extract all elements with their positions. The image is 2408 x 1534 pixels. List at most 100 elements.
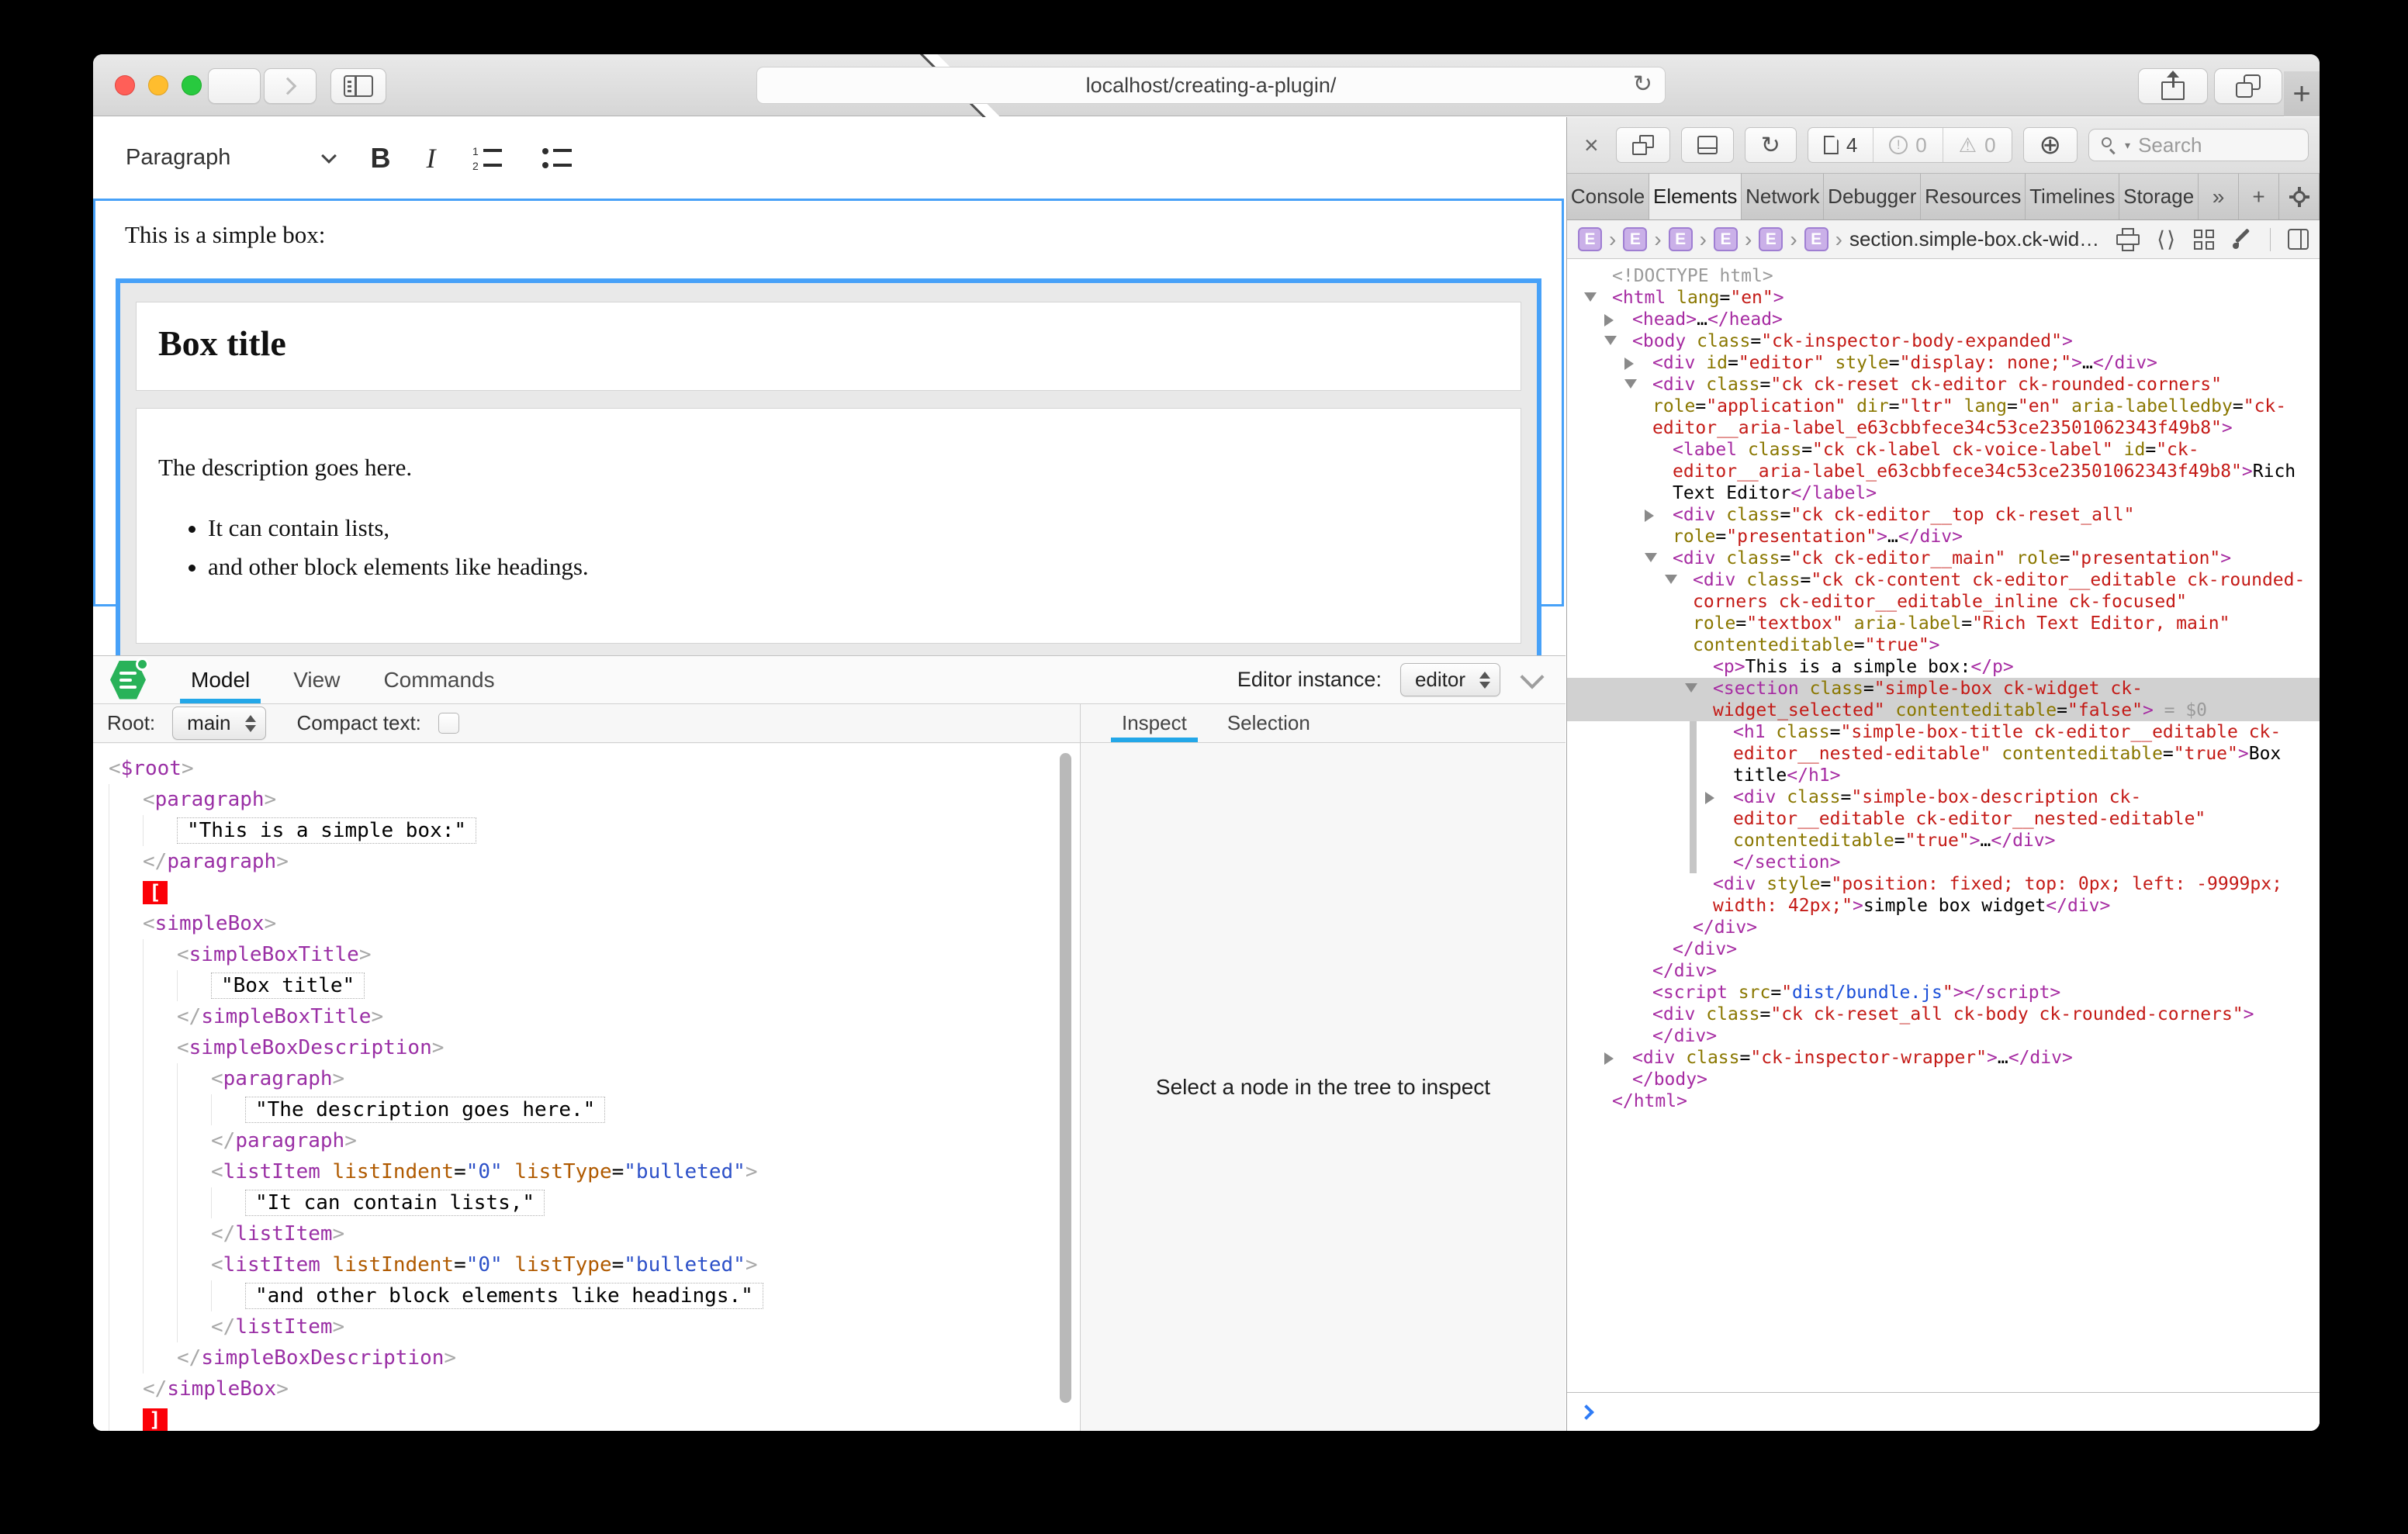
model-tree-node[interactable]: <simpleBoxTitle> <box>109 939 1080 970</box>
expand-node-icon[interactable] <box>1624 358 1634 370</box>
model-tree-node[interactable]: ] <box>109 1404 1080 1431</box>
model-tree-node[interactable]: </simpleBoxDescription> <box>109 1342 1080 1373</box>
dom-tree-node[interactable]: </div> <box>1567 917 2320 938</box>
add-tab-button[interactable]: + <box>2239 174 2279 219</box>
element-picker-button[interactable]: ⊕ <box>2023 127 2078 163</box>
breadcrumb-element-badge[interactable]: E <box>1714 227 1738 251</box>
show-source-icon[interactable]: ⟨⟩ <box>2157 226 2177 252</box>
layout-grid-icon[interactable] <box>2194 230 2214 250</box>
devtools-tab-elements[interactable]: Elements <box>1649 174 1742 219</box>
dom-tree[interactable]: <!DOCTYPE html><html lang="en"><head>…</… <box>1567 259 2320 1392</box>
intro-paragraph[interactable]: This is a simple box: <box>125 221 1543 249</box>
dom-tree-node[interactable]: <div class="ck ck-content ck-editor__edi… <box>1567 569 2320 656</box>
model-tree-node[interactable]: </paragraph> <box>109 846 1080 877</box>
minimize-window-button[interactable] <box>148 75 168 95</box>
new-tab-button[interactable]: + <box>2284 71 2320 116</box>
dom-tree-node[interactable]: </html> <box>1567 1090 2320 1112</box>
model-tree-node[interactable]: "Box title" <box>109 970 1080 1001</box>
description-list[interactable]: It can contain lists, and other block ele… <box>158 514 1499 581</box>
model-tree-node[interactable]: "The description goes here." <box>109 1094 1080 1125</box>
pane-tab-selection[interactable]: Selection <box>1207 704 1330 742</box>
dom-tree-node[interactable]: <p>This is a simple box:</p> <box>1567 656 2320 678</box>
address-bar[interactable]: localhost/creating-a-plugin/ ↻ <box>756 67 1666 104</box>
model-tree-node[interactable]: <simpleBox> <box>109 908 1080 939</box>
model-tree-node[interactable]: <$root> <box>109 753 1080 784</box>
inspector-tab-commands[interactable]: Commands <box>362 656 516 703</box>
reload-page-button[interactable]: ↻ <box>1745 127 1797 163</box>
close-window-button[interactable] <box>115 75 135 95</box>
devtools-tab-timelines[interactable]: Timelines <box>2026 174 2119 219</box>
dom-tree-node[interactable]: <div class="simple-box-description ck-ed… <box>1567 786 2320 852</box>
more-tabs-button[interactable]: » <box>2199 174 2239 219</box>
dom-tree-node[interactable]: <div id="editor" style="display: none;">… <box>1567 352 2320 374</box>
console-prompt-row[interactable] <box>1567 1392 2320 1431</box>
list-item[interactable]: It can contain lists, <box>208 514 1499 542</box>
heading-dropdown[interactable]: Paragraph <box>126 145 334 171</box>
back-button[interactable] <box>208 68 261 104</box>
expand-node-icon[interactable] <box>1705 792 1714 804</box>
model-tree-node[interactable]: </paragraph> <box>109 1125 1080 1156</box>
model-tree-node[interactable]: <paragraph> <box>109 784 1080 815</box>
model-tree-node[interactable]: "This is a simple box:" <box>109 815 1080 846</box>
dom-tree-node[interactable]: <html lang="en"> <box>1567 287 2320 309</box>
model-tree-node[interactable]: "It can contain lists," <box>109 1187 1080 1218</box>
dom-tree-node[interactable]: </section> <box>1567 852 2320 873</box>
list-item[interactable]: and other block elements like headings. <box>208 553 1499 581</box>
simple-box-widget[interactable]: Box title The description goes here. It … <box>116 278 1541 667</box>
model-tree-node[interactable]: </simpleBoxTitle> <box>109 1001 1080 1032</box>
resource-count[interactable]: 4 <box>1808 128 1873 162</box>
model-tree-node[interactable]: <simpleBoxDescription> <box>109 1032 1080 1063</box>
model-tree-node[interactable]: "and other block elements like headings.… <box>109 1280 1080 1311</box>
expand-node-icon[interactable] <box>1604 1052 1614 1065</box>
dom-tree-node[interactable]: <div style="position: fixed; top: 0px; l… <box>1567 873 2320 917</box>
model-tree-node[interactable]: <listItem listIndent="0" listType="bulle… <box>109 1249 1080 1280</box>
devtools-search-field[interactable]: ▾ Search <box>2088 129 2309 161</box>
breadcrumb-element-badge[interactable]: E <box>1578 227 1602 251</box>
dom-tree-node[interactable]: </div> <box>1567 960 2320 982</box>
model-tree-node[interactable]: <listItem listIndent="0" listType="bulle… <box>109 1156 1080 1187</box>
devtools-tab-resources[interactable]: Resources <box>1921 174 2026 219</box>
expand-node-icon[interactable] <box>1645 510 1654 522</box>
share-button[interactable] <box>2138 68 2208 104</box>
forward-button[interactable] <box>264 68 317 104</box>
model-tree-node[interactable]: </simpleBox> <box>109 1373 1080 1404</box>
breadcrumb-current-node[interactable]: section.simple-box.ck-wid… <box>1849 227 2099 251</box>
tree-scrollbar[interactable] <box>1060 753 1071 1403</box>
collapse-node-icon[interactable] <box>1665 575 1677 584</box>
collapse-node-icon[interactable] <box>1645 553 1657 562</box>
devtools-tab-console[interactable]: Console <box>1567 174 1649 219</box>
collapse-node-icon[interactable] <box>1584 292 1597 302</box>
simple-box-description-area[interactable]: The description goes here. It can contai… <box>136 408 1521 644</box>
collapse-node-icon[interactable] <box>1624 379 1637 389</box>
pane-tab-inspect[interactable]: Inspect <box>1102 704 1207 742</box>
warning-count[interactable]: ⚠ 0 <box>1943 128 2012 162</box>
editor-instance-select[interactable]: editor <box>1400 663 1500 696</box>
paintbrush-icon[interactable] <box>2231 229 2253 250</box>
collapse-node-icon[interactable] <box>1604 336 1617 345</box>
dom-tree-node[interactable]: <section class="simple-box ck-widget ck-… <box>1567 678 2320 721</box>
collapse-node-icon[interactable] <box>1685 683 1697 693</box>
rich-text-editable[interactable]: This is a simple box: Box title The desc… <box>93 199 1564 606</box>
dom-tree-node[interactable]: <head>…</head> <box>1567 309 2320 330</box>
sidebar-toggle-button[interactable] <box>330 68 386 104</box>
show-tabs-button[interactable] <box>2214 68 2282 104</box>
reload-icon[interactable]: ↻ <box>1633 71 1652 98</box>
expand-node-icon[interactable] <box>1604 314 1614 326</box>
inspector-tab-model[interactable]: Model <box>169 656 272 703</box>
inspector-tab-view[interactable]: View <box>272 656 362 703</box>
model-tree[interactable]: <$root><paragraph>"This is a simple box:… <box>93 744 1080 1431</box>
breadcrumb-element-badge[interactable]: E <box>1669 227 1693 251</box>
model-tree-node[interactable]: [ <box>109 877 1080 908</box>
description-paragraph[interactable]: The description goes here. <box>158 454 1499 482</box>
root-select[interactable]: main <box>172 707 265 740</box>
dom-tree-node[interactable]: <div class="ck ck-editor__main" role="pr… <box>1567 548 2320 569</box>
print-icon[interactable] <box>2116 228 2140 251</box>
devtools-settings-button[interactable] <box>2279 174 2320 219</box>
breadcrumb-element-badge[interactable]: E <box>1623 227 1647 251</box>
bulleted-list-button[interactable] <box>541 144 575 172</box>
dom-tree-node[interactable]: <div class="ck ck-reset ck-editor ck-rou… <box>1567 374 2320 439</box>
model-tree-node[interactable]: </listItem> <box>109 1311 1080 1342</box>
devtools-tab-network[interactable]: Network <box>1742 174 1824 219</box>
simple-box-title-area[interactable]: Box title <box>136 302 1521 391</box>
devtools-tab-debugger[interactable]: Debugger <box>1824 174 1921 219</box>
